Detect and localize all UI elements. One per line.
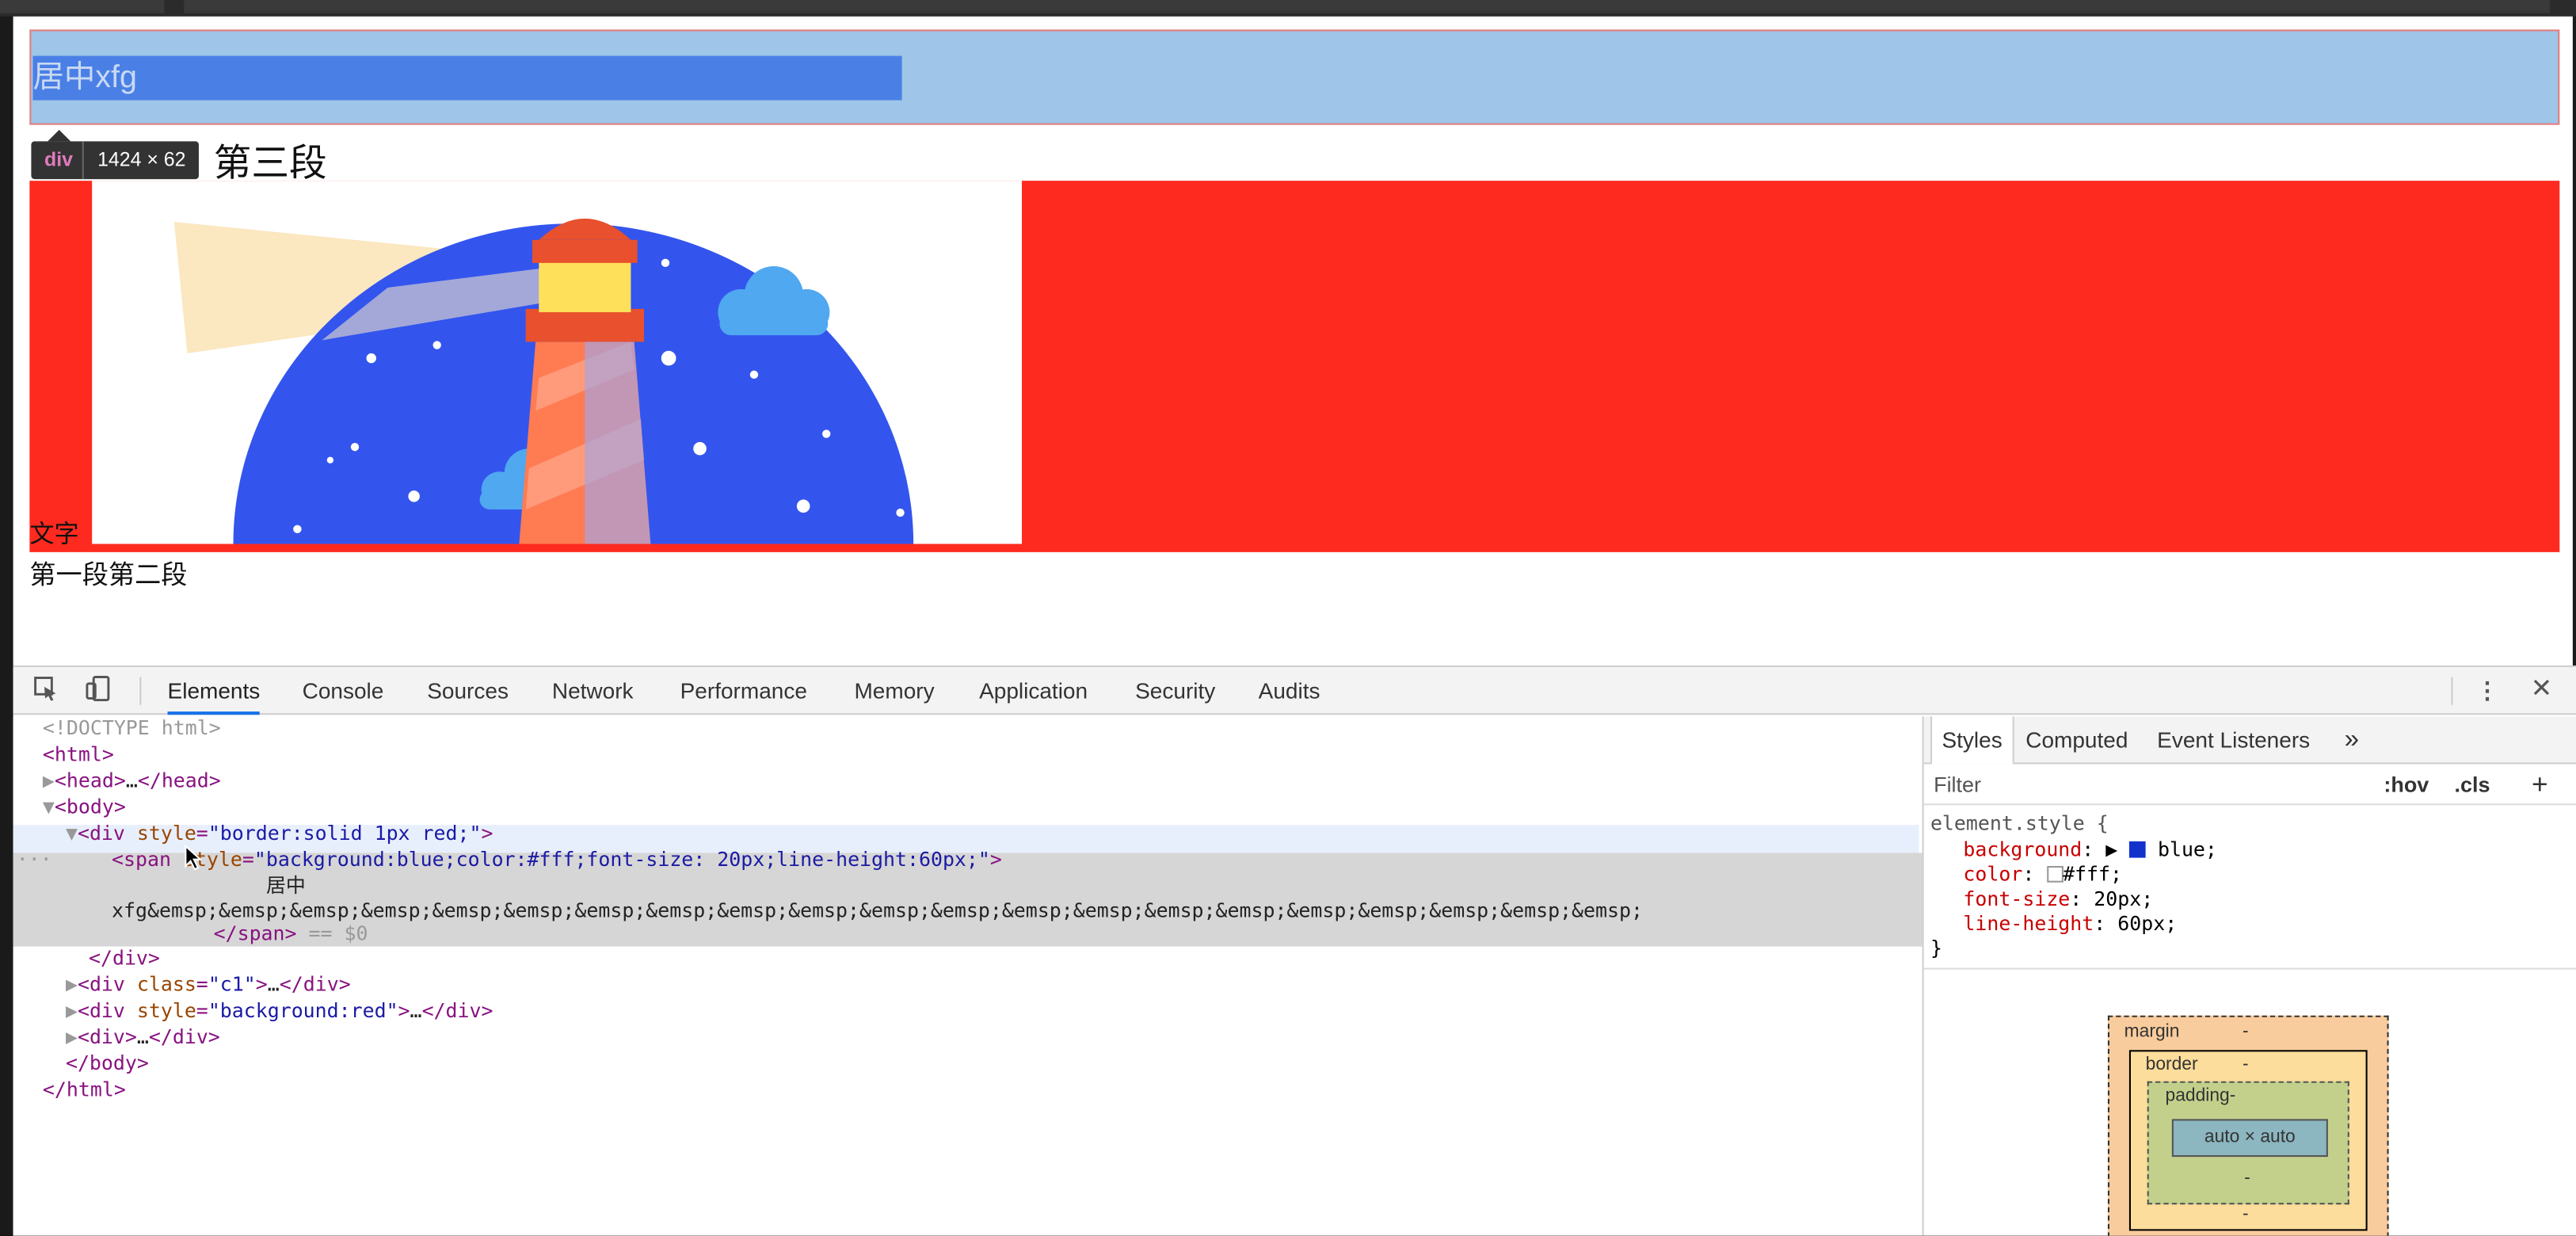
box-model-diagram: margin - border - padding- auto × auto -… bbox=[2107, 1015, 2389, 1236]
highlighted-div[interactable]: 居中xfg bbox=[29, 29, 2560, 125]
padding-label: padding- bbox=[2165, 1085, 2236, 1106]
padding-bottom-value: - bbox=[2244, 1168, 2250, 1188]
div-red-node[interactable]: ▶<div style="background:red">…</div> bbox=[66, 999, 493, 1024]
new-rule-icon[interactable]: + bbox=[2532, 764, 2548, 805]
tab-styles[interactable]: Styles bbox=[1930, 716, 2014, 765]
prop-font-size[interactable]: font-size: 20px; bbox=[1963, 887, 2153, 912]
prop-color[interactable]: color: #fff; bbox=[1963, 863, 2122, 887]
body-close-node[interactable]: </body> bbox=[66, 1051, 149, 1076]
body-node[interactable]: ▼<body> bbox=[43, 795, 126, 820]
device-toolbar-icon[interactable] bbox=[84, 675, 113, 704]
browser-top-bar bbox=[0, 0, 2576, 17]
margin-label: margin bbox=[2124, 1022, 2180, 1042]
margin-top-value: - bbox=[2243, 1022, 2249, 1042]
toolbar-divider bbox=[139, 677, 142, 705]
paragraph-third: 第三段 bbox=[213, 141, 327, 185]
tab-console[interactable]: Console bbox=[303, 667, 384, 715]
span-text-line2[interactable]: xfg&emsp;&emsp;&emsp;&emsp;&emsp;&emsp;&… bbox=[112, 898, 1643, 923]
cls-toggle[interactable]: .cls bbox=[2455, 764, 2490, 805]
border-bottom-value: - bbox=[2243, 1204, 2249, 1225]
div-close-node[interactable]: </div> bbox=[89, 947, 160, 971]
doctype-node[interactable]: <!DOCTYPE html> bbox=[43, 716, 221, 741]
tab-performance[interactable]: Performance bbox=[680, 667, 807, 715]
tab-sources[interactable]: Sources bbox=[427, 667, 509, 715]
prop-line-height[interactable]: line-height: 60px; bbox=[1963, 912, 2177, 937]
tab-computed[interactable]: Computed bbox=[2025, 716, 2128, 764]
section-divider bbox=[1923, 967, 2576, 970]
mouse-cursor-icon bbox=[185, 845, 203, 871]
lighthouse-illustration bbox=[173, 218, 914, 544]
toolbar-divider-right bbox=[2451, 677, 2453, 705]
filter-input[interactable]: Filter bbox=[1934, 764, 1981, 805]
devtools-tabbar: Elements Console Sources Network Perform… bbox=[13, 667, 2576, 715]
kebab-icon[interactable]: ⋮ bbox=[2472, 675, 2502, 704]
lighthouse-image bbox=[92, 181, 1023, 544]
inspect-tooltip: div 1424 × 62 bbox=[31, 141, 200, 180]
top-bar-segment-left bbox=[0, 0, 165, 13]
elements-tree: <!DOCTYPE html> <html> ▶<head>…</head> ▼… bbox=[13, 716, 1922, 1236]
tab-security[interactable]: Security bbox=[1135, 667, 1215, 715]
screen: 居中xfg div 1424 × 62 第三段 文字 第一段第二段 Elemen… bbox=[0, 0, 2576, 1236]
tab-network[interactable]: Network bbox=[552, 667, 634, 715]
span-text-line1[interactable]: 居中 bbox=[266, 874, 306, 898]
tab-memory[interactable]: Memory bbox=[854, 667, 934, 715]
div-c1-node[interactable]: ▶<div class="c1">…</div> bbox=[66, 973, 351, 998]
styles-sidebar: Styles Computed Event Listeners » Filter… bbox=[1922, 716, 2576, 1236]
html-close-node[interactable]: </html> bbox=[43, 1078, 126, 1103]
box-model-content[interactable]: auto × auto bbox=[2171, 1119, 2328, 1158]
tab-event-listeners[interactable]: Event Listeners bbox=[2157, 716, 2310, 764]
rule-close-brace: } bbox=[1930, 937, 1942, 960]
page-viewport: 居中xfg div 1424 × 62 第三段 文字 第一段第二段 bbox=[13, 16, 2573, 666]
more-tabs-icon[interactable]: » bbox=[2345, 716, 2359, 764]
html-node[interactable]: <html> bbox=[43, 742, 114, 767]
hov-toggle[interactable]: :hov bbox=[2384, 764, 2429, 805]
prop-background[interactable]: background: ▶ blue; bbox=[1963, 838, 2216, 863]
top-bar-segment-main bbox=[184, 0, 2550, 13]
paragraph-first-second: 第一段第二段 bbox=[29, 562, 188, 590]
span-node[interactable]: <span style="background:blue;color:#fff;… bbox=[112, 848, 1002, 872]
border-label: border bbox=[2145, 1055, 2198, 1075]
tooltip-dimensions: 1424 × 62 bbox=[97, 147, 186, 171]
devtools-panel: Elements Console Sources Network Perform… bbox=[13, 665, 2576, 1236]
box-model-padding[interactable]: padding- auto × auto - bbox=[2147, 1081, 2349, 1205]
centered-span[interactable]: 居中xfg bbox=[32, 55, 902, 101]
rule-selector: element.style { bbox=[1930, 811, 2109, 835]
box-model-border[interactable]: border - padding- auto × auto - - bbox=[2128, 1050, 2368, 1231]
head-node[interactable]: ▶<head>…</head> bbox=[43, 769, 221, 794]
text-wenzi: 文字 bbox=[29, 521, 79, 549]
div-plain-node[interactable]: ▶<div>…</div> bbox=[66, 1025, 220, 1050]
tab-elements[interactable]: Elements bbox=[167, 667, 261, 715]
tooltip-arrow bbox=[48, 129, 71, 142]
color-swatch-blue[interactable] bbox=[2129, 841, 2146, 858]
inspect-element-icon[interactable] bbox=[31, 675, 60, 704]
color-swatch-white[interactable] bbox=[2046, 865, 2063, 883]
sidebar-tabbar: Styles Computed Event Listeners » bbox=[1923, 716, 2576, 765]
tooltip-tag: div bbox=[31, 141, 85, 180]
gutter-ellipsis: ··· bbox=[16, 848, 52, 872]
box-model-margin[interactable]: margin - border - padding- auto × auto -… bbox=[2107, 1015, 2389, 1236]
div-border-node[interactable]: ▼<div style="border:solid 1px red;"> bbox=[66, 822, 493, 846]
close-icon[interactable]: ✕ bbox=[2527, 675, 2556, 704]
styles-filter[interactable]: Filter :hov .cls + bbox=[1923, 764, 2576, 806]
lighthouse-tower bbox=[519, 218, 651, 544]
tab-audits[interactable]: Audits bbox=[1259, 667, 1320, 715]
span-close-node[interactable]: </span> == $0 bbox=[214, 922, 368, 947]
tab-application[interactable]: Application bbox=[979, 667, 1088, 715]
border-top-value: - bbox=[2243, 1055, 2249, 1075]
